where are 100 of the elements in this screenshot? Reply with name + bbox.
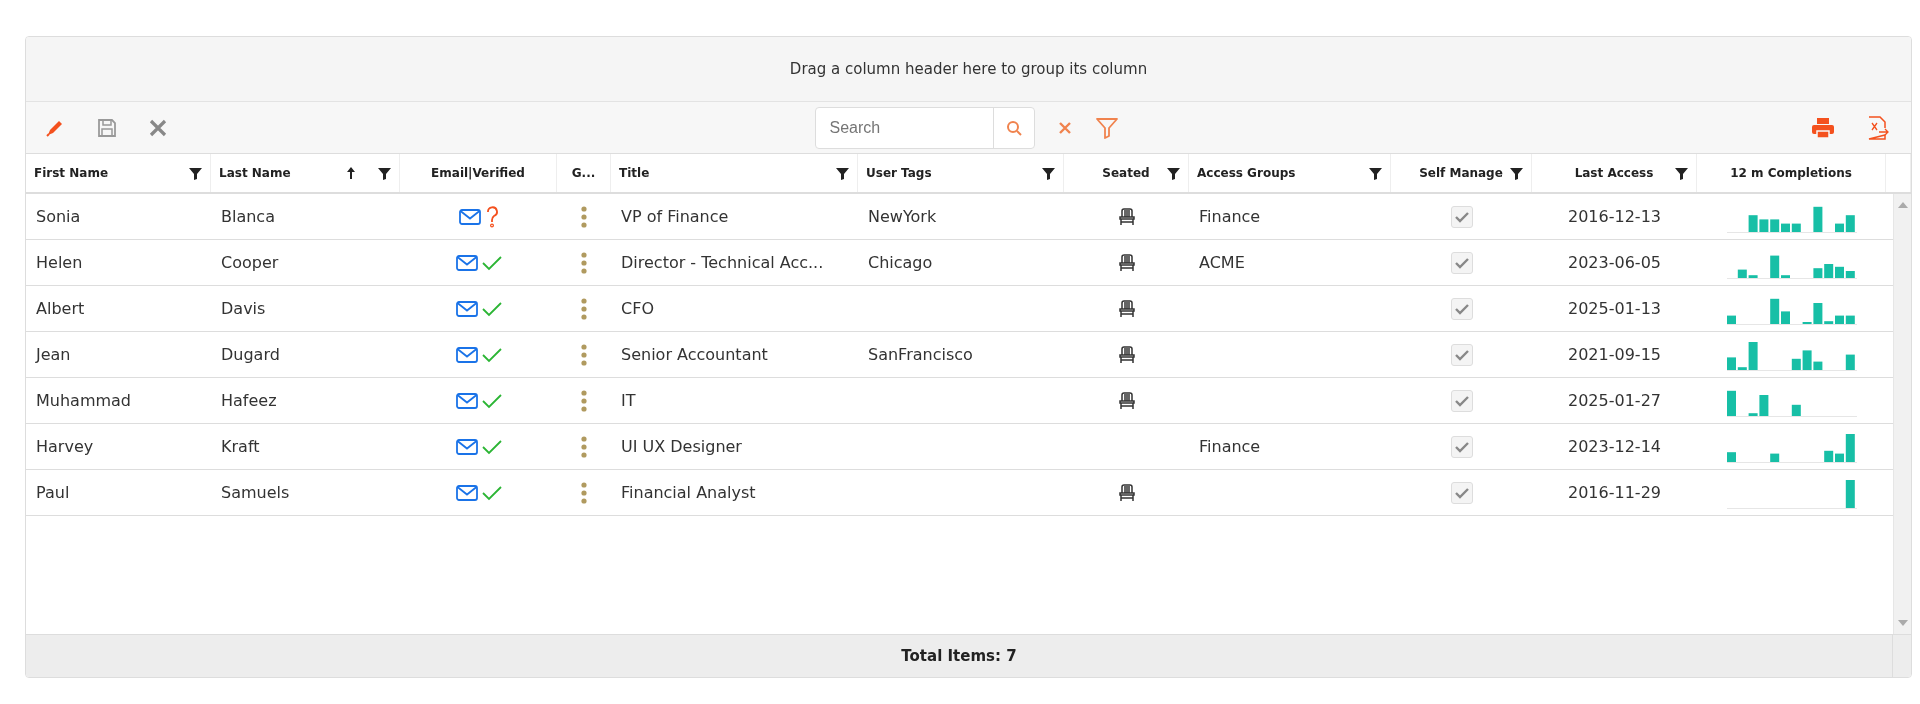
email-icon[interactable] <box>455 254 478 271</box>
table-cell: Helen <box>36 253 83 272</box>
checkbox[interactable] <box>1450 297 1473 320</box>
table-cell: Dugard <box>221 345 280 364</box>
vertical-scrollbar[interactable] <box>1893 194 1911 634</box>
table-cell: ACME <box>1199 253 1245 272</box>
print-icon[interactable] <box>1811 116 1835 139</box>
table-cell: Kraft <box>221 437 260 456</box>
column-header-label: Access Groups <box>1197 166 1296 180</box>
scroll-down-icon[interactable] <box>1897 620 1908 626</box>
email-icon[interactable] <box>458 208 481 225</box>
filter-icon[interactable] <box>1510 166 1523 180</box>
search-field[interactable]: Search <box>814 106 1035 149</box>
checkbox[interactable] <box>1450 389 1473 412</box>
table-cell: Hafeez <box>221 391 277 410</box>
table-cell: SanFrancisco <box>868 345 973 364</box>
table-cell: UI UX Designer <box>621 437 742 456</box>
table-cell: 2016-11-29 <box>1568 483 1661 502</box>
column-header-label: Title <box>619 166 650 180</box>
excel-export-icon[interactable] <box>1867 115 1889 140</box>
more-options-icon[interactable] <box>581 251 587 274</box>
table-cell: 2023-12-14 <box>1568 437 1661 456</box>
column-header[interactable]: G... <box>557 154 611 192</box>
search-input[interactable]: Search <box>815 107 993 148</box>
filter-icon[interactable] <box>1167 166 1180 180</box>
table-cell: NewYork <box>868 207 937 226</box>
more-options-icon[interactable] <box>581 389 587 412</box>
search-icon <box>1005 119 1022 136</box>
check-icon <box>1454 394 1469 407</box>
filter-icon[interactable] <box>1675 166 1688 180</box>
filter-icon[interactable] <box>836 166 849 180</box>
clear-icon[interactable] <box>1056 119 1073 136</box>
table-cell: Paul <box>36 483 70 502</box>
column-header-label: Seated <box>1102 166 1150 180</box>
column-header-label: Email|Verified <box>431 166 525 180</box>
filter-icon[interactable] <box>378 166 391 180</box>
table-cell: 2025-01-27 <box>1568 391 1661 410</box>
checkbox[interactable] <box>1450 343 1473 366</box>
column-header[interactable]: Title <box>611 154 858 192</box>
more-options-icon[interactable] <box>581 343 587 366</box>
table-cell: Finance <box>1199 207 1261 226</box>
check-icon <box>1454 256 1469 269</box>
checkbox[interactable] <box>1450 205 1473 228</box>
table-cell: 2025-01-13 <box>1568 299 1661 318</box>
filter-icon[interactable] <box>1369 166 1382 180</box>
check-icon <box>1454 210 1469 223</box>
more-options-icon[interactable] <box>581 205 587 228</box>
table-cell: Financial Analyst <box>621 483 756 502</box>
table-cell: Senior Accountant <box>621 345 768 364</box>
column-header-label: G... <box>571 166 596 180</box>
save-icon[interactable] <box>96 116 118 139</box>
table-cell: Muhammad <box>36 391 132 410</box>
check-icon <box>1454 302 1469 315</box>
check-icon <box>1454 348 1469 361</box>
checkbox[interactable] <box>1450 435 1473 458</box>
close-icon[interactable] <box>148 117 168 138</box>
column-header-label: Last Name <box>219 166 291 180</box>
column-header[interactable]: Access Groups <box>1189 154 1391 192</box>
filter-icon[interactable] <box>189 166 202 180</box>
email-icon[interactable] <box>455 300 478 317</box>
more-options-icon[interactable] <box>581 297 587 320</box>
table-cell: IT <box>621 391 636 410</box>
check-icon <box>1454 486 1469 499</box>
column-header[interactable]: Self Manage <box>1391 154 1532 192</box>
table-cell: VP of Finance <box>621 207 729 226</box>
checkbox[interactable] <box>1450 481 1473 504</box>
column-header[interactable]: 12 m Completions <box>1697 154 1886 192</box>
filter-icon[interactable] <box>1042 166 1055 180</box>
email-icon[interactable] <box>455 484 478 501</box>
column-header-label: User Tags <box>866 166 932 180</box>
column-header[interactable]: Last Name <box>211 154 400 192</box>
column-header[interactable]: Last Access <box>1532 154 1697 192</box>
column-header[interactable]: Email|Verified <box>400 154 557 192</box>
table-cell: CFO <box>621 299 654 318</box>
column-header[interactable]: User Tags <box>858 154 1064 192</box>
table-cell: Finance <box>1199 437 1261 456</box>
column-header-label: 12 m Completions <box>1730 166 1852 180</box>
email-icon[interactable] <box>455 392 478 409</box>
column-header[interactable]: First Name <box>26 154 211 192</box>
scroll-up-icon[interactable] <box>1897 202 1908 208</box>
more-options-icon[interactable] <box>581 435 587 458</box>
table-cell: 2023-06-05 <box>1568 253 1661 272</box>
email-icon[interactable] <box>455 346 478 363</box>
more-options-icon[interactable] <box>581 481 587 504</box>
table-cell: Davis <box>221 299 266 318</box>
column-header-label: First Name <box>34 166 109 180</box>
checkbox[interactable] <box>1450 251 1473 274</box>
table-cell: Sonia <box>36 207 81 226</box>
table-cell: Samuels <box>221 483 290 502</box>
table-cell: 2021-09-15 <box>1568 345 1661 364</box>
table-cell: Cooper <box>221 253 279 272</box>
column-header-label: Self Manage <box>1419 166 1503 180</box>
email-icon[interactable] <box>455 438 478 455</box>
column-header[interactable]: Seated <box>1064 154 1189 192</box>
check-icon <box>1454 440 1469 453</box>
table-cell: Harvey <box>36 437 94 456</box>
table-cell: Blanca <box>221 207 275 226</box>
table-cell: 2016-12-13 <box>1568 207 1661 226</box>
table-cell: Albert <box>36 299 85 318</box>
total-items-label: Total Items: 7 <box>900 647 1018 665</box>
